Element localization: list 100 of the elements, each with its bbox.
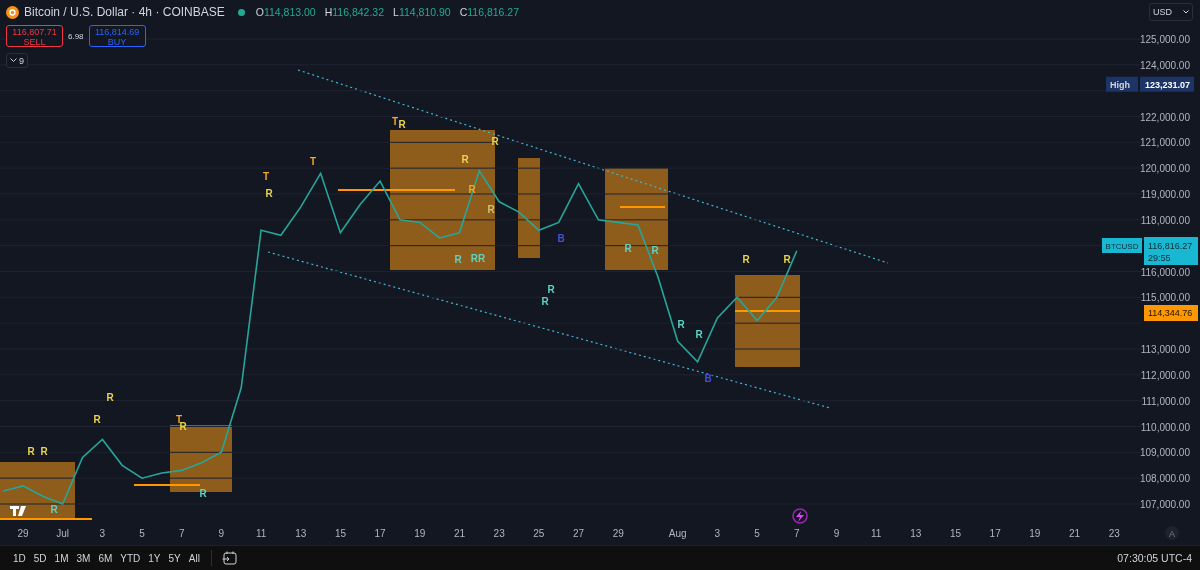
signal-label: B bbox=[557, 233, 565, 244]
signal-label: R bbox=[487, 204, 495, 215]
range-button[interactable]: 3M bbox=[73, 550, 94, 566]
price-axis-label: 124,000.00 bbox=[1139, 59, 1190, 71]
price-axis-label: 116,000.00 bbox=[1140, 266, 1190, 278]
price-axis-label: 112,000.00 bbox=[1140, 369, 1190, 381]
price-axis-label: 110,000.00 bbox=[1140, 421, 1190, 433]
last-price-tag: 116,816.27 29:55 bbox=[1144, 237, 1198, 265]
chevron-icon bbox=[10, 58, 17, 63]
buy-button[interactable]: 116,814.69 BUY bbox=[88, 25, 146, 47]
signal-label: R bbox=[491, 136, 499, 147]
range-button[interactable]: 1M bbox=[51, 550, 72, 566]
caret-icon bbox=[1183, 10, 1189, 14]
time-axis-label: 7 bbox=[794, 528, 800, 539]
signal-label: R bbox=[541, 296, 549, 307]
price-axis-label: 108,000.00 bbox=[1139, 473, 1190, 485]
symbol-tag: BTCUSD bbox=[1102, 238, 1142, 253]
time-axis-label: 19 bbox=[1029, 528, 1041, 539]
time-axis-label: Jul bbox=[56, 528, 70, 539]
time-axis-label: 21 bbox=[453, 528, 466, 539]
signal-label: R bbox=[742, 254, 750, 265]
ohlc-value: C116,816.27 bbox=[459, 6, 520, 18]
time-axis-label: 15 bbox=[334, 528, 346, 539]
signal-label: R bbox=[695, 329, 703, 340]
time-axis-label: 13 bbox=[295, 528, 307, 539]
signal-label: R bbox=[454, 254, 462, 265]
spread-value: 6.98 bbox=[68, 31, 84, 41]
time-axis-label: 17 bbox=[374, 528, 386, 539]
time-axis-label: 3 bbox=[714, 528, 721, 539]
price-axis-label: 115,000.00 bbox=[1140, 292, 1190, 304]
range-button[interactable]: YTD bbox=[117, 550, 144, 566]
signal-label: T bbox=[391, 116, 399, 127]
time-axis-label: Aug bbox=[668, 528, 687, 539]
price-axis-label: 120,000.00 bbox=[1139, 163, 1190, 175]
time-axis-label: 23 bbox=[493, 528, 505, 539]
range-button[interactable]: 5Y bbox=[165, 550, 184, 566]
range-button[interactable]: 1D bbox=[10, 550, 29, 566]
time-axis-label: 5 bbox=[139, 528, 145, 539]
signal-label: R bbox=[398, 119, 406, 130]
currency-dropdown[interactable]: USD bbox=[1149, 3, 1193, 21]
price-axis-label: 113,000.00 bbox=[1140, 344, 1190, 355]
ohlc-value: H116,842.32 bbox=[324, 6, 385, 18]
signal-label: R bbox=[783, 254, 791, 265]
price-axis-label: 118,000.00 bbox=[1140, 214, 1190, 226]
time-axis-label: 11 bbox=[870, 528, 882, 539]
range-button[interactable]: 6M bbox=[95, 550, 116, 566]
signal-label: R bbox=[651, 245, 659, 256]
level-price-tag: 114,344.76 bbox=[1144, 305, 1198, 321]
signal-label: R bbox=[677, 319, 685, 330]
coin-icon bbox=[6, 5, 19, 19]
price-axis-label: 107,000.00 bbox=[1139, 499, 1190, 510]
price-axis-label: 119,000.00 bbox=[1140, 189, 1190, 200]
signal-label: R bbox=[547, 284, 555, 295]
time-axis-label: 9 bbox=[218, 528, 225, 539]
time-axis-label: 25 bbox=[533, 528, 545, 539]
ohlc-value: O114,813.00 bbox=[255, 6, 316, 18]
time-axis-label: 9 bbox=[833, 528, 840, 539]
time-axis-label: 29 bbox=[612, 528, 624, 539]
price-axis-label: 121,000.00 bbox=[1139, 137, 1190, 149]
lightning-icon bbox=[792, 508, 808, 524]
time-axis-label: 15 bbox=[949, 528, 962, 539]
time-axis-label: 13 bbox=[910, 528, 922, 539]
time-axis-label: 3 bbox=[99, 528, 106, 539]
signal-label: R bbox=[624, 243, 632, 254]
logo-icon bbox=[10, 506, 26, 516]
signal-label: RR bbox=[470, 253, 486, 264]
signal-label: T bbox=[309, 156, 317, 167]
range-button[interactable]: 1Y bbox=[145, 550, 164, 566]
signal-label: R bbox=[106, 392, 114, 403]
signal-label: B bbox=[704, 373, 712, 384]
signal-label: R bbox=[50, 504, 58, 515]
indicators-toggle[interactable]: 9 bbox=[6, 53, 28, 68]
signal-label: R bbox=[40, 446, 48, 457]
signal-label: T bbox=[262, 171, 270, 182]
time-axis-label: 23 bbox=[1108, 528, 1120, 539]
sell-button[interactable]: 116,807.71 SELL bbox=[6, 25, 63, 47]
price-axis-label: 125,000.00 bbox=[1139, 34, 1190, 45]
time-axis-label: 7 bbox=[178, 528, 185, 539]
signal-label: R bbox=[265, 188, 273, 199]
time-axis-label: 21 bbox=[1068, 528, 1081, 539]
high-label-tag: High bbox=[1106, 76, 1138, 92]
high-price-tag: 123,231.07 bbox=[1140, 76, 1194, 92]
time-axis-label: 29 bbox=[17, 528, 29, 539]
time-axis-label: 27 bbox=[572, 528, 585, 539]
signal-label: R bbox=[461, 154, 469, 165]
ohlc-value: L114,810.90 bbox=[393, 6, 451, 18]
price-axis-label: 111,000.00 bbox=[1141, 395, 1190, 407]
price-axis-label: 122,000.00 bbox=[1139, 111, 1190, 123]
time-axis-label: 11 bbox=[255, 528, 267, 539]
range-button[interactable]: 5D bbox=[30, 550, 50, 566]
clock: 07:30:05 UTC-4 bbox=[1117, 552, 1192, 564]
signal-label: R bbox=[27, 446, 35, 457]
time-axis-label: 19 bbox=[414, 528, 426, 539]
price-axis-label: 109,000.00 bbox=[1139, 447, 1190, 459]
auto-scale-button[interactable]: A bbox=[1165, 526, 1179, 540]
signal-label: R bbox=[93, 414, 101, 425]
symbol-title: Bitcoin / U.S. Dollar · 4h · COINBASE bbox=[24, 5, 225, 19]
range-button[interactable]: All bbox=[185, 550, 203, 566]
time-axis-label: 5 bbox=[754, 528, 760, 539]
time-axis-label: 17 bbox=[989, 528, 1001, 539]
